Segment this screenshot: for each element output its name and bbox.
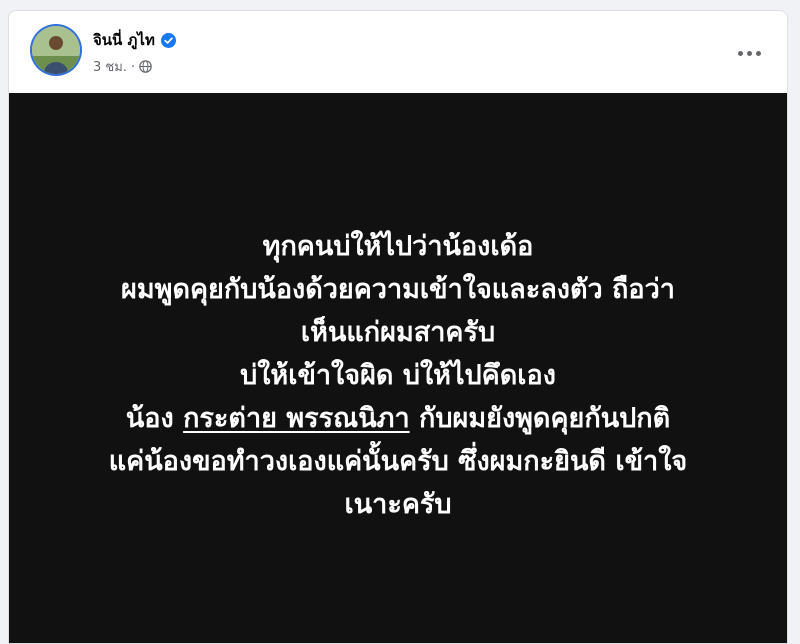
- verified-badge-icon: [160, 32, 176, 48]
- line-suffix: กับผมยังพูดคุยกันปกติ: [409, 403, 671, 434]
- image-text-line: ผมพูดคุยกับน้องด้วยความเข้าใจและลงตัว ถื…: [121, 274, 675, 305]
- image-text-line-mention: น้อง กระต่าย พรรณนิภา กับผมยังพูดคุยกันป…: [19, 397, 777, 440]
- post-image[interactable]: ทุกคนบ่ให้ไปว่าน้องเด้อ ผมพูดคุยกับน้องด…: [9, 93, 787, 643]
- mention-name: กระต่าย พรรณนิภา: [183, 403, 410, 434]
- image-text-line: เห็นแก่ผมสาครับ: [300, 317, 496, 348]
- author-name[interactable]: จินนี่ ภูไท: [93, 28, 155, 52]
- more-dot: [755, 50, 761, 56]
- image-text-line: บ่ให้เข้าใจผิด บ่ให้ไปคึดเอง: [240, 360, 556, 391]
- image-text-line: ทุกคนบ่ให้ไปว่าน้องเด้อ: [262, 231, 534, 262]
- globe-icon[interactable]: [139, 60, 152, 73]
- line-prefix: น้อง: [125, 403, 184, 434]
- more-dot: [737, 50, 743, 56]
- more-options-icon[interactable]: [731, 35, 767, 71]
- image-text-line: เนาะครับ: [344, 489, 452, 520]
- post-card: จินนี่ ภูไท 3 ชม. · ทุกคนบ่ให้ไปว่าน้องเ…: [8, 10, 788, 644]
- author-row: จินนี่ ภูไท: [93, 28, 176, 52]
- more-dot: [746, 50, 752, 56]
- post-header: จินนี่ ภูไท 3 ชม. ·: [9, 11, 787, 91]
- post-image-text: ทุกคนบ่ให้ไปว่าน้องเด้อ ผมพูดคุยกับน้องด…: [19, 225, 777, 526]
- author-avatar[interactable]: [32, 26, 80, 74]
- image-text-line: แค่น้องขอทำวงเองแค่นั้นครับ ซึ่งผมกะยินด…: [108, 446, 688, 477]
- post-meta: 3 ชม. ·: [93, 56, 152, 77]
- post-timestamp[interactable]: 3 ชม. ·: [93, 56, 135, 77]
